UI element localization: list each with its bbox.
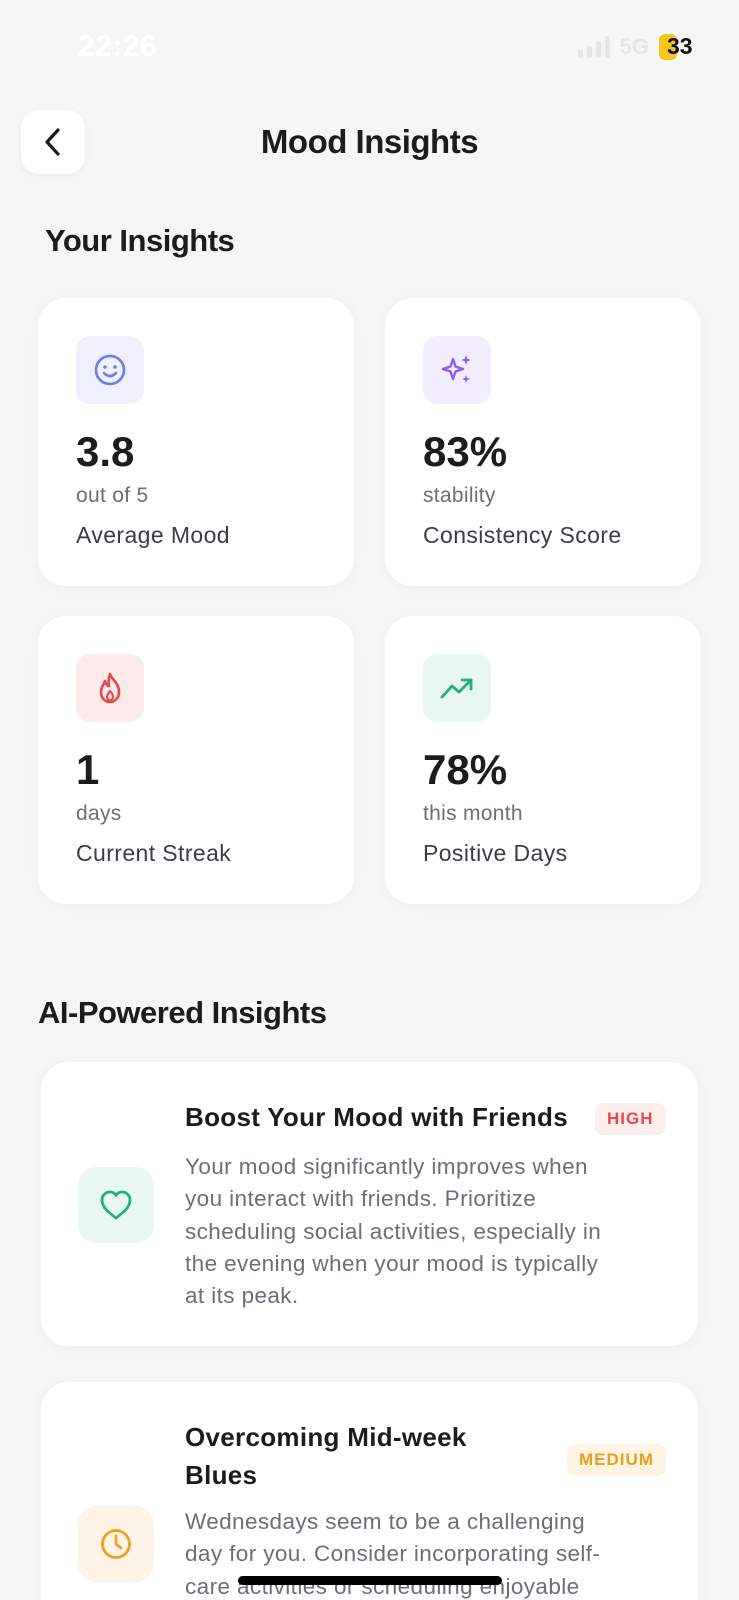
insight-card-friends[interactable]: Boost Your Mood with Friends HIGH Your m… (40, 1061, 699, 1347)
stat-label: Average Mood (76, 522, 230, 548)
section-title-your-insights: Your Insights (45, 223, 235, 258)
signal-icon (577, 36, 610, 58)
page-title: Mood Insights (260, 123, 479, 160)
stat-label: Current Streak (76, 840, 232, 866)
insight-title: Overcoming Mid-week Blues (185, 1422, 467, 1490)
priority-badge: MEDIUM (567, 1444, 666, 1476)
trending-up-icon (423, 654, 491, 722)
smile-icon (76, 336, 144, 404)
stat-card-consistency-score[interactable]: 83% stability Consistency Score (385, 298, 701, 586)
clock-icon (78, 1506, 154, 1582)
stat-value: 78% (423, 746, 508, 793)
battery-level: 33 (667, 33, 693, 59)
insight-card-midweek[interactable]: Overcoming Mid-week Blues MEDIUM Wednesd… (40, 1381, 699, 1600)
stat-subtitle: out of 5 (76, 484, 149, 507)
stat-card-positive-days[interactable]: 78% this month Positive Days (385, 616, 701, 904)
insight-title: Boost Your Mood with Friends (185, 1102, 568, 1132)
sparkles-icon (423, 336, 491, 404)
stat-label: Consistency Score (423, 522, 622, 548)
status-time: 22:26 (78, 30, 158, 63)
flame-icon (76, 654, 144, 722)
priority-badge: HIGH (595, 1103, 666, 1135)
status-bar: 22:26 5G 33 (0, 0, 739, 100)
stat-value: 1 (76, 746, 100, 793)
status-indicators: 5G 33 (577, 33, 693, 60)
battery-icon: 33 (659, 33, 693, 60)
stat-subtitle: stability (423, 484, 496, 507)
stat-label: Positive Days (423, 840, 568, 866)
stat-value: 83% (423, 428, 508, 475)
insight-description: Wednesdays seem to be a challenging day … (185, 1509, 601, 1599)
home-indicator (238, 1576, 502, 1585)
heart-icon (78, 1167, 154, 1243)
stat-subtitle: this month (423, 802, 523, 825)
stat-card-average-mood[interactable]: 3.8 out of 5 Average Mood (38, 298, 354, 586)
stat-subtitle: days (76, 802, 122, 825)
stat-card-current-streak[interactable]: 1 days Current Streak (38, 616, 354, 904)
stat-value: 3.8 (76, 428, 135, 475)
section-title-ai-insights: AI-Powered Insights (38, 995, 327, 1030)
network-label: 5G (619, 34, 649, 59)
insight-description: Your mood significantly improves when yo… (185, 1154, 602, 1309)
